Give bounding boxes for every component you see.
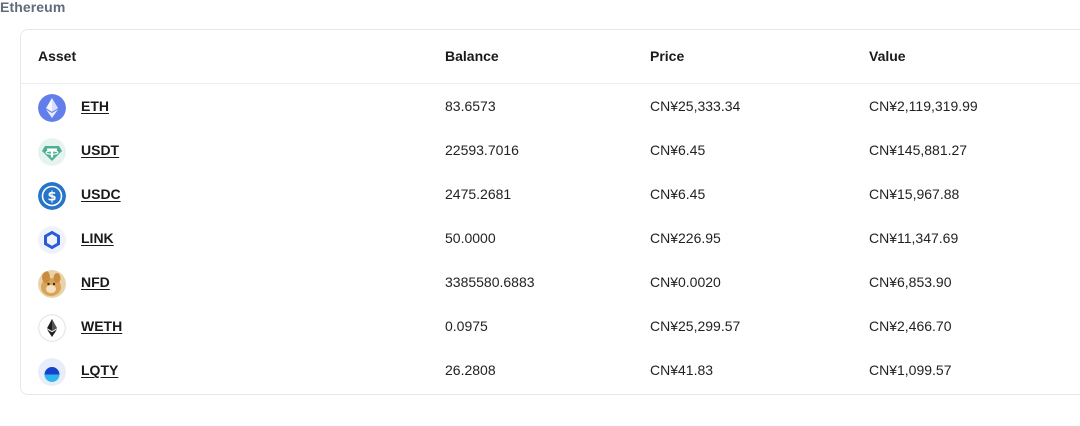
value-cell: CN¥15,967.88 bbox=[869, 186, 960, 202]
token-link-link[interactable]: LINK bbox=[81, 230, 114, 246]
svg-text:$: $ bbox=[47, 190, 56, 205]
usdt-icon bbox=[38, 138, 66, 166]
balance-cell: 83.6573 bbox=[445, 98, 496, 114]
link-icon bbox=[38, 226, 66, 254]
balance-cell: 3385580.6883 bbox=[445, 274, 535, 290]
value-cell: CN¥11,347.69 bbox=[869, 230, 959, 246]
value-cell: CN¥2,119,319.99 bbox=[869, 98, 978, 114]
network-title: Ethereum bbox=[0, 0, 66, 15]
table-header: Asset Balance Price Value bbox=[21, 30, 1080, 84]
lqty-icon bbox=[38, 358, 66, 386]
token-link-nfd[interactable]: NFD bbox=[81, 274, 110, 290]
usdc-icon: $ bbox=[38, 182, 66, 210]
balance-cell: 2475.2681 bbox=[445, 186, 512, 202]
eth-icon bbox=[38, 94, 66, 122]
asset-column-header: Asset bbox=[38, 48, 77, 64]
balance-cell: 0.0975 bbox=[445, 318, 488, 334]
balance-cell: 22593.7016 bbox=[445, 142, 519, 158]
assets-table: Asset Balance Price Value ETH 83.6573 CN… bbox=[20, 29, 1080, 395]
value-cell: CN¥145,881.27 bbox=[869, 142, 968, 158]
table-row: LQTY 26.2808 CN¥41.83 CN¥1,099.57 bbox=[21, 350, 1080, 394]
price-cell: CN¥41.83 bbox=[650, 362, 714, 378]
table-row: ETH 83.6573 CN¥25,333.34 CN¥2,119,319.99 bbox=[21, 86, 1080, 130]
value-column-header: Value bbox=[869, 48, 906, 64]
price-cell: CN¥25,299.57 bbox=[650, 318, 741, 334]
price-cell: CN¥6.45 bbox=[650, 142, 706, 158]
token-link-eth[interactable]: ETH bbox=[81, 98, 109, 114]
table-row: NFD 3385580.6883 CN¥0.0020 CN¥6,853.90 bbox=[21, 262, 1080, 306]
price-cell: CN¥0.0020 bbox=[650, 274, 721, 290]
weth-icon bbox=[38, 314, 66, 342]
price-cell: CN¥226.95 bbox=[650, 230, 721, 246]
value-cell: CN¥6,853.90 bbox=[869, 274, 952, 290]
table-row: USDT 22593.7016 CN¥6.45 CN¥145,881.27 bbox=[21, 130, 1080, 174]
table-row: LINK 50.0000 CN¥226.95 CN¥11,347.69 bbox=[21, 218, 1080, 262]
price-cell: CN¥25,333.34 bbox=[650, 98, 741, 114]
token-link-usdc[interactable]: USDC bbox=[81, 186, 121, 202]
table-row: WETH 0.0975 CN¥25,299.57 CN¥2,466.70 bbox=[21, 306, 1080, 350]
value-cell: CN¥1,099.57 bbox=[869, 362, 952, 378]
value-cell: CN¥2,466.70 bbox=[869, 318, 952, 334]
token-link-usdt[interactable]: USDT bbox=[81, 142, 119, 158]
price-cell: CN¥6.45 bbox=[650, 186, 706, 202]
table-row: $ USDC 2475.2681 CN¥6.45 CN¥15,967.88 bbox=[21, 174, 1080, 218]
nfd-icon bbox=[38, 270, 66, 298]
balance-column-header: Balance bbox=[445, 48, 499, 64]
token-link-weth[interactable]: WETH bbox=[81, 318, 122, 334]
token-link-lqty[interactable]: LQTY bbox=[81, 362, 118, 378]
price-column-header: Price bbox=[650, 48, 685, 64]
balance-cell: 26.2808 bbox=[445, 362, 496, 378]
balance-cell: 50.0000 bbox=[445, 230, 496, 246]
